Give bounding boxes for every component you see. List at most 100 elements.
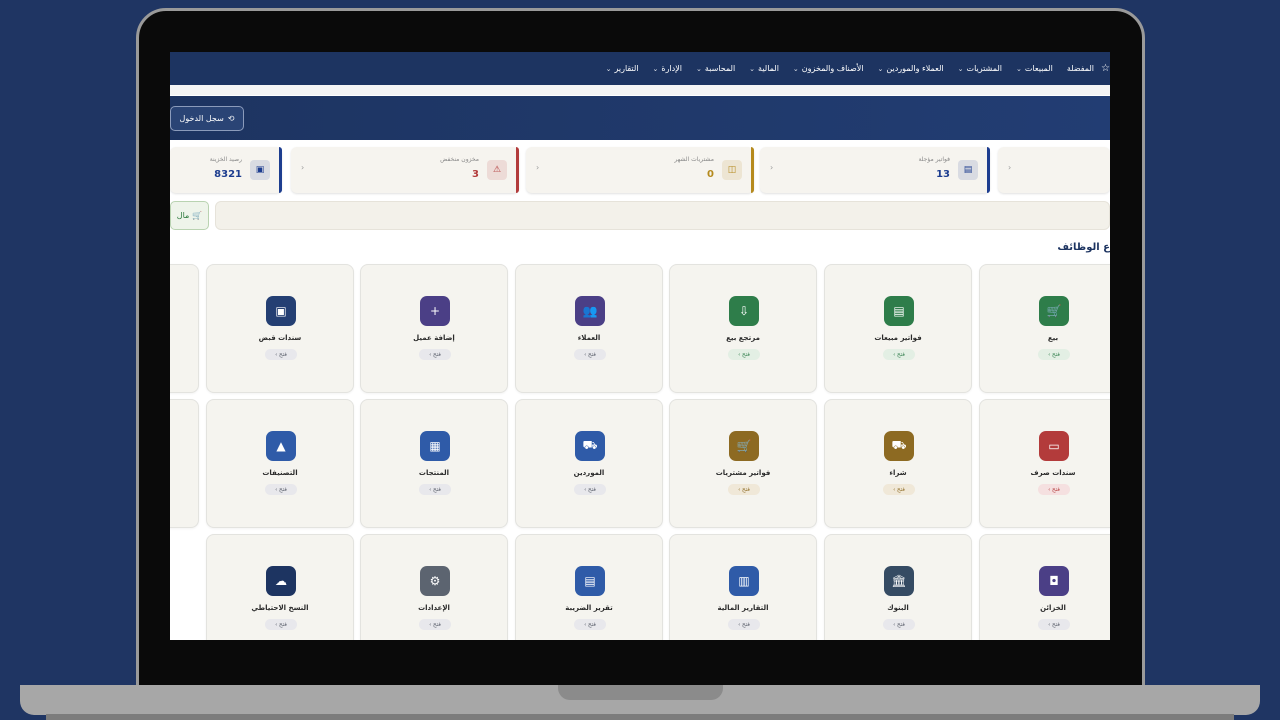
shapes-icon: ▲ [266, 431, 296, 461]
tile-label: النسخ الاحتياطي [251, 604, 309, 612]
function-tile[interactable]: ▤ تقرير الضريبة فتح › [515, 534, 663, 640]
open-button[interactable]: فتح › [574, 484, 606, 495]
nav-item[interactable]: الإدارة ⌄ [646, 64, 690, 73]
function-tile[interactable]: 🛒 فواتير مشتريات فتح › [669, 399, 817, 528]
nav-item-label: التقارير [614, 64, 639, 73]
chevron-down-icon: ⌄ [696, 64, 702, 73]
stat-card[interactable]: ⚠ مخزون منخفض 3 ‹ [291, 147, 519, 193]
chevron-down-icon: ⌄ [605, 64, 612, 73]
finance-button[interactable]: 🛒 مال [170, 201, 209, 230]
open-button[interactable]: فتح › [1038, 484, 1070, 495]
stat-card[interactable]: ◫ مشتريات الشهر 0 ‹ [526, 147, 754, 193]
stat-card[interactable]: ‹ [998, 147, 1110, 193]
function-tile[interactable]: ☁ النسخ الاحتياطي فتح › [206, 534, 354, 640]
search-row: 🛒 مال [170, 201, 1110, 231]
tax-report-icon: ▤ [575, 566, 605, 596]
chevron-down-icon: ⌄ [652, 64, 659, 73]
stat-label: مشتريات الشهر [674, 156, 714, 163]
open-button[interactable]: فتح › [419, 349, 451, 360]
function-tile[interactable]: ▭ سندات صرف فتح › [979, 399, 1110, 528]
function-tile[interactable]: ⛟ الموردين فتح › [515, 399, 663, 528]
section-title: ع الوظائف [1057, 242, 1110, 253]
function-tile[interactable]: 🏛 البنوك فتح › [824, 534, 972, 640]
stat-card[interactable]: ▣ رصيد الخزينة 8321 [170, 147, 282, 193]
function-tile[interactable]: ▦ المنتجات فتح › [360, 399, 508, 528]
stat-value: 8321 [214, 169, 242, 180]
open-button[interactable]: فتح › [728, 619, 760, 630]
function-tile[interactable]: 👥 العملاء فتح › [515, 264, 663, 393]
open-button[interactable]: فتح › [265, 484, 297, 495]
nav-item[interactable]: العملاء والموردين ⌄ [871, 64, 951, 73]
warning-icon: ⚠ [487, 160, 507, 180]
login-history-button[interactable]: ⟲ سجل الدخول [170, 106, 244, 131]
nav-item-label: الإدارة [661, 64, 682, 73]
users-icon: 👥 [575, 296, 605, 326]
box-icon: ▦ [420, 431, 450, 461]
tile-label: إضافة عميل [413, 334, 455, 342]
function-tile[interactable]: 🛒 بيع فتح › [979, 264, 1110, 393]
chevron-down-icon: ⌄ [1015, 64, 1022, 73]
function-tile[interactable]: ◘ الخزائن فتح › [979, 534, 1110, 640]
login-history-label: سجل الدخول [179, 114, 224, 123]
stat-value: 3 [472, 169, 479, 180]
open-button[interactable]: فتح › [1038, 619, 1070, 630]
open-button[interactable]: فتح › [728, 484, 760, 495]
open-button[interactable]: فتح › [265, 349, 297, 360]
tile-label: العملاء [577, 334, 601, 342]
stat-accent-bar [516, 147, 519, 193]
cart-icon: 🛒 [192, 211, 203, 220]
truck-icon: ⛟ [575, 431, 605, 461]
nav-item[interactable]: الأصناف والمخزون ⌄ [786, 64, 871, 73]
favorites-star-icon[interactable]: ☆ [1101, 63, 1110, 74]
nav-item-label: المبيعات [1024, 64, 1053, 73]
function-tile[interactable]: ▲ التصنيفات فتح › [206, 399, 354, 528]
tile-label: فواتير مبيعات [874, 334, 922, 342]
open-button[interactable]: فتح › [883, 349, 915, 360]
tile-label: شراء [889, 469, 907, 477]
tile-label: التصنيفات [262, 469, 298, 477]
function-tile[interactable]: + إضافة عميل فتح › [360, 264, 508, 393]
open-button[interactable]: فتح › [574, 619, 606, 630]
receipt-icon: ▤ [884, 296, 914, 326]
search-input[interactable] [215, 201, 1110, 230]
stat-card[interactable]: ▤ فواتير مؤجلة 13 ‹ [760, 147, 990, 193]
open-button[interactable]: فتح › [883, 484, 915, 495]
nav-item[interactable]: المشتريات ⌄ [951, 64, 1009, 73]
open-button[interactable]: فتح › [265, 619, 297, 630]
function-tile[interactable]: ⚙ الإعدادات فتح › [360, 534, 508, 640]
open-button[interactable]: فتح › [1038, 349, 1070, 360]
nav-item[interactable]: المبيعات ⌄ [1009, 64, 1060, 73]
stat-accent-bar [987, 147, 990, 193]
function-tile[interactable]: ⛟ شراء فتح › [824, 399, 972, 528]
function-tile-partial[interactable] [170, 399, 199, 528]
function-tile[interactable]: ▥ التقارير المالية فتح › [669, 534, 817, 640]
open-button[interactable]: فتح › [574, 349, 606, 360]
stat-label: رصيد الخزينة [209, 156, 242, 163]
function-tile[interactable]: ⇩ مرتجع بيع فتح › [669, 264, 817, 393]
stat-accent-bar [751, 147, 754, 193]
open-button[interactable]: فتح › [883, 619, 915, 630]
tile-label: سندات قبض [258, 334, 302, 342]
laptop-notch [558, 685, 723, 700]
card-icon: ▭ [1039, 431, 1069, 461]
stat-value: 13 [936, 169, 950, 180]
receipt-doc-icon: ▣ [266, 296, 296, 326]
tile-label: فواتير مشتريات [715, 469, 771, 477]
function-tile[interactable]: ▣ سندات قبض فتح › [206, 264, 354, 393]
safe-icon: ◘ [1039, 566, 1069, 596]
function-tile-partial[interactable] [170, 264, 199, 393]
open-button[interactable]: فتح › [419, 619, 451, 630]
nav-item[interactable]: المفضلة [1060, 64, 1101, 73]
stat-value: 0 [707, 169, 714, 180]
truck-add-icon: ⛟ [884, 431, 914, 461]
nav-item[interactable]: المحاسبة ⌄ [689, 64, 742, 73]
chevron-down-icon: ⌄ [749, 64, 756, 73]
function-tile[interactable]: ▤ فواتير مبيعات فتح › [824, 264, 972, 393]
open-button[interactable]: فتح › [728, 349, 760, 360]
nav-item[interactable]: المالية ⌄ [742, 64, 786, 73]
nav-item[interactable]: التقارير ⌄ [599, 64, 646, 73]
tile-label: المنتجات [418, 469, 450, 477]
open-button[interactable]: فتح › [419, 484, 451, 495]
laptop-base-shadow [46, 714, 1234, 720]
chevron-down-icon: ⌄ [957, 64, 964, 73]
